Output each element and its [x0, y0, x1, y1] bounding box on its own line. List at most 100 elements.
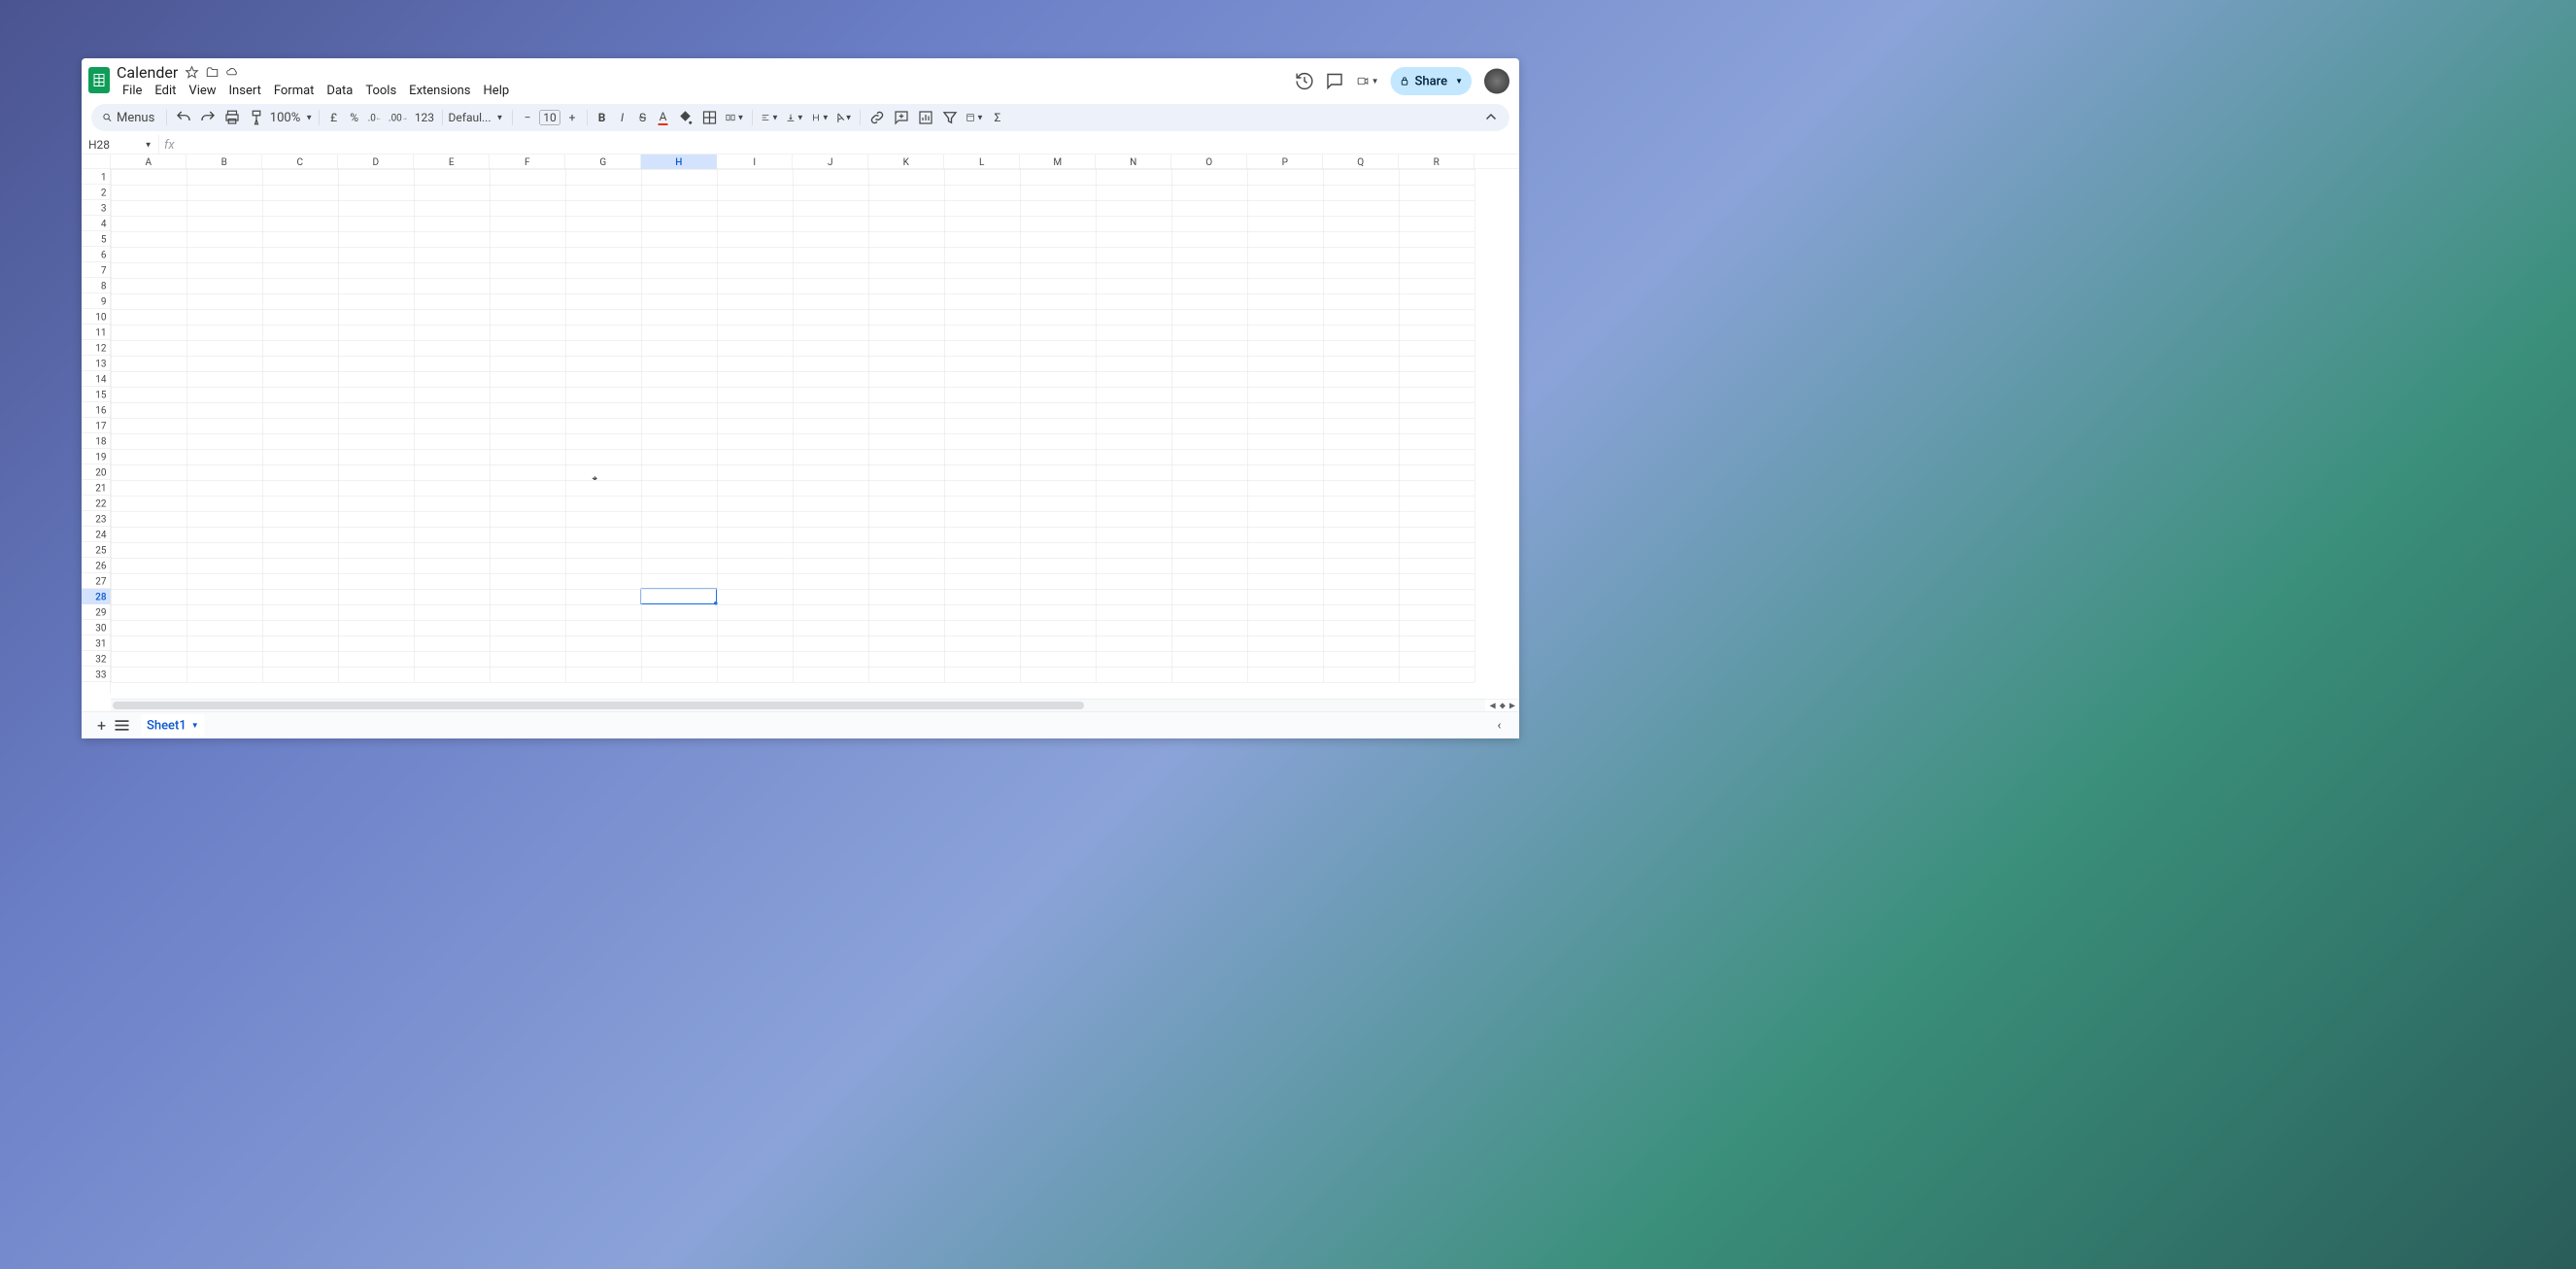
row-header-5[interactable]: 5	[82, 231, 111, 247]
halign-button[interactable]: ▼	[759, 109, 781, 126]
row-header-31[interactable]: 31	[82, 635, 111, 651]
row-header-2[interactable]: 2	[82, 185, 111, 200]
row-header-25[interactable]: 25	[82, 542, 111, 558]
col-header-L[interactable]: L	[944, 154, 1020, 169]
menu-help[interactable]: Help	[478, 82, 516, 100]
collapse-toolbar-button[interactable]	[1480, 109, 1502, 126]
row-header-26[interactable]: 26	[82, 558, 111, 573]
col-header-F[interactable]: F	[490, 154, 565, 169]
meet-icon[interactable]: ▼	[1355, 71, 1381, 91]
wrap-button[interactable]: ▼	[809, 109, 831, 126]
star-icon[interactable]	[185, 66, 198, 80]
col-header-D[interactable]: D	[338, 154, 414, 169]
all-sheets-button[interactable]	[112, 715, 132, 736]
menu-view[interactable]: View	[183, 82, 221, 100]
scroll-right-icon[interactable]: ▶	[1509, 701, 1515, 710]
col-header-I[interactable]: I	[717, 154, 793, 169]
sheets-logo[interactable]	[88, 67, 110, 93]
row-header-3[interactable]: 3	[82, 200, 111, 216]
menu-file[interactable]: File	[117, 82, 148, 100]
menu-data[interactable]: Data	[321, 82, 358, 100]
redo-button[interactable]	[197, 109, 219, 126]
fill-color-button[interactable]	[675, 109, 696, 126]
row-header-28[interactable]: 28	[82, 589, 111, 604]
col-header-A[interactable]: A	[111, 154, 186, 169]
add-sheet-button[interactable]: +	[91, 715, 112, 736]
link-button[interactable]	[866, 109, 888, 126]
comment-icon[interactable]	[1325, 71, 1345, 91]
filter-button[interactable]	[939, 109, 961, 126]
col-header-O[interactable]: O	[1171, 154, 1247, 169]
menu-format[interactable]: Format	[268, 82, 321, 100]
insert-comment-button[interactable]	[891, 109, 912, 126]
cells-area[interactable]: ⌖	[111, 169, 1519, 694]
increase-decimal-button[interactable]: .00→	[387, 109, 410, 126]
functions-button[interactable]: Σ	[989, 109, 1006, 126]
column-headers[interactable]: ABCDEFGHIJKLMNOPQR	[111, 154, 1519, 169]
percent-button[interactable]: %	[346, 109, 363, 126]
row-header-12[interactable]: 12	[82, 340, 111, 356]
rotate-button[interactable]: A▼	[834, 109, 855, 126]
font-select[interactable]: Defaul...▼	[449, 111, 507, 124]
row-header-20[interactable]: 20	[82, 464, 111, 480]
horizontal-scrollbar[interactable]	[111, 699, 1485, 711]
decrease-decimal-button[interactable]: .0←	[366, 109, 384, 126]
col-header-H[interactable]: H	[641, 154, 717, 169]
col-header-B[interactable]: B	[186, 154, 262, 169]
currency-button[interactable]: £	[325, 109, 343, 126]
borders-button[interactable]	[699, 109, 721, 126]
row-header-10[interactable]: 10	[82, 309, 111, 325]
increase-font-button[interactable]: +	[563, 109, 581, 126]
row-header-6[interactable]: 6	[82, 247, 111, 262]
scroll-left-icon[interactable]: ◀	[1490, 701, 1496, 710]
more-formats-button[interactable]: 123	[413, 109, 436, 126]
row-header-29[interactable]: 29	[82, 604, 111, 620]
selected-cell[interactable]	[641, 589, 718, 605]
side-panel-toggle[interactable]: ‹	[1489, 715, 1509, 736]
bold-button[interactable]: B	[593, 109, 611, 126]
zoom-select[interactable]: 100%▼	[270, 111, 313, 125]
font-size-input[interactable]: 10	[539, 110, 560, 125]
share-button[interactable]: Share ▼	[1391, 67, 1472, 95]
col-header-K[interactable]: K	[868, 154, 944, 169]
filter-views-button[interactable]: ▼	[964, 109, 986, 126]
col-header-G[interactable]: G	[565, 154, 641, 169]
col-header-Q[interactable]: Q	[1323, 154, 1399, 169]
col-header-R[interactable]: R	[1399, 154, 1474, 169]
doc-title[interactable]: Calender	[117, 63, 178, 82]
valign-button[interactable]: ▼	[784, 109, 806, 126]
row-header-11[interactable]: 11	[82, 325, 111, 340]
row-header-22[interactable]: 22	[82, 496, 111, 511]
select-all-corner[interactable]	[82, 154, 111, 169]
sheet-tab[interactable]: Sheet1 ▼	[141, 714, 205, 737]
scrollbar-thumb[interactable]	[113, 702, 1084, 709]
spreadsheet-grid[interactable]: ABCDEFGHIJKLMNOPQR 123456789101112131415…	[82, 154, 1519, 711]
row-header-14[interactable]: 14	[82, 371, 111, 387]
search-menus-button[interactable]: Menus	[99, 109, 160, 127]
col-header-M[interactable]: M	[1020, 154, 1096, 169]
col-header-E[interactable]: E	[414, 154, 490, 169]
avatar[interactable]	[1484, 69, 1509, 94]
col-header-J[interactable]: J	[793, 154, 868, 169]
name-box[interactable]: H28▼	[82, 135, 159, 154]
row-header-4[interactable]: 4	[82, 216, 111, 231]
row-header-21[interactable]: 21	[82, 480, 111, 496]
row-headers[interactable]: 1234567891011121314151617181920212223242…	[82, 169, 111, 694]
insert-chart-button[interactable]	[915, 109, 936, 126]
row-header-9[interactable]: 9	[82, 293, 111, 309]
menu-tools[interactable]: Tools	[359, 82, 402, 100]
text-color-button[interactable]: A	[655, 109, 672, 126]
row-header-23[interactable]: 23	[82, 511, 111, 527]
menu-extensions[interactable]: Extensions	[403, 82, 476, 100]
strikethrough-button[interactable]: S	[634, 109, 652, 126]
row-header-17[interactable]: 17	[82, 418, 111, 433]
row-header-32[interactable]: 32	[82, 651, 111, 667]
row-header-19[interactable]: 19	[82, 449, 111, 464]
row-header-7[interactable]: 7	[82, 262, 111, 278]
undo-button[interactable]	[173, 109, 194, 126]
explore-icon[interactable]: ◆	[1500, 701, 1506, 710]
col-header-C[interactable]: C	[262, 154, 338, 169]
row-header-8[interactable]: 8	[82, 278, 111, 293]
cloud-status-icon[interactable]	[225, 66, 239, 80]
decrease-font-button[interactable]: −	[519, 109, 536, 126]
